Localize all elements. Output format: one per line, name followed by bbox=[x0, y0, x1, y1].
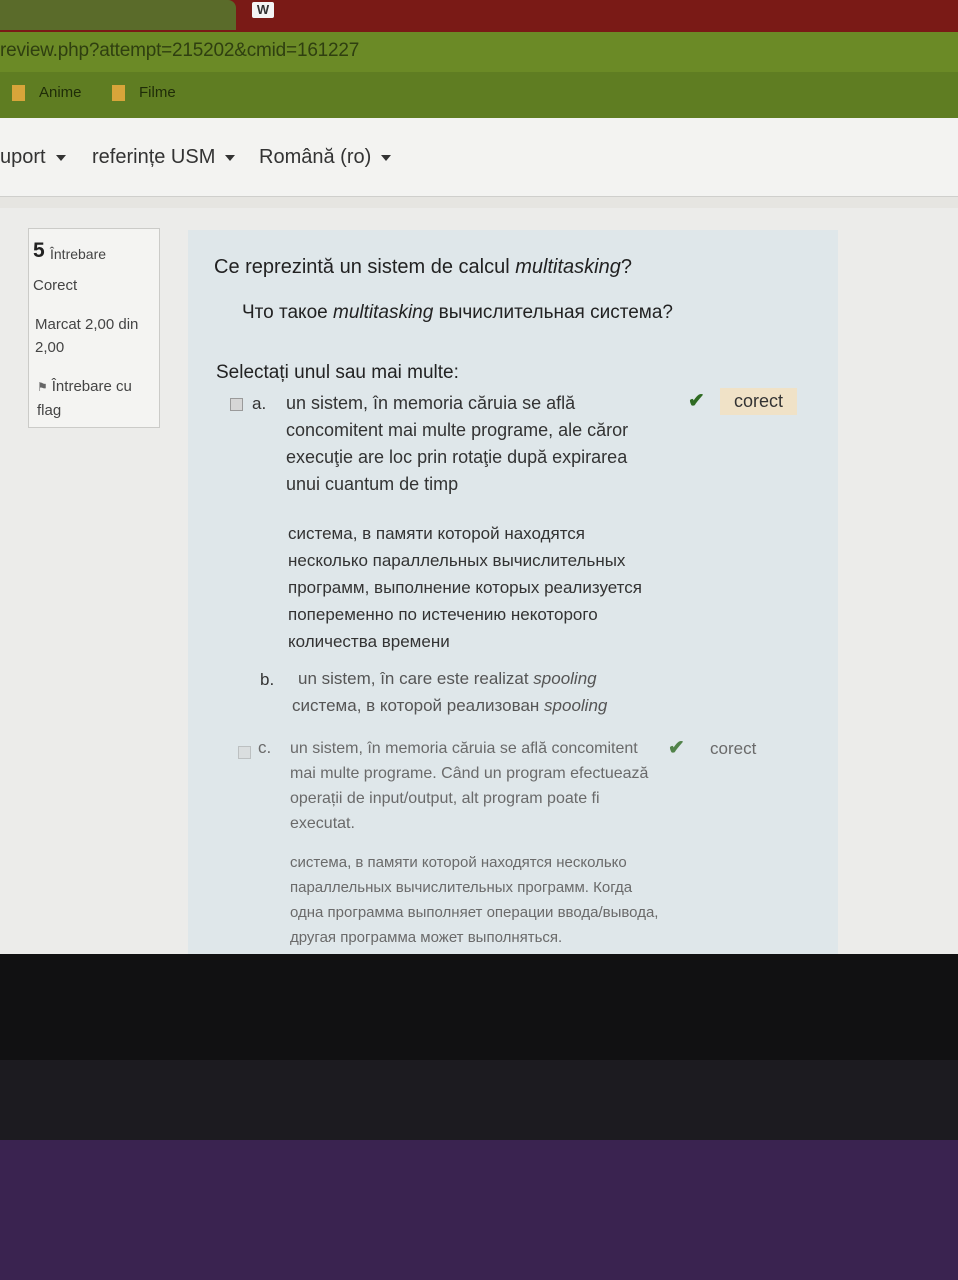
folder-icon bbox=[12, 85, 25, 102]
question-text-ru: Что такое multitasking вычислительная си… bbox=[242, 302, 673, 323]
flag-question-link[interactable]: ⚑ Întrebare cu flag bbox=[37, 375, 155, 422]
laptop-hinge bbox=[0, 1060, 958, 1140]
question-text-ro: Ce reprezintă un sistem de calcul multit… bbox=[214, 256, 632, 278]
caret-down-icon bbox=[55, 154, 66, 161]
folder-icon bbox=[112, 85, 125, 102]
checkmark-icon: ✔ bbox=[688, 390, 705, 412]
option-c-checkbox[interactable] bbox=[238, 746, 251, 759]
option-c-text-ru: система, в памяти которой находятся неск… bbox=[290, 854, 659, 946]
caret-down-icon bbox=[225, 154, 236, 161]
browser-tab-active[interactable] bbox=[0, 0, 236, 30]
keyboard-area bbox=[0, 1140, 958, 1280]
option-c-text-ro: un sistem, în memoria căruia se află con… bbox=[290, 740, 649, 832]
nav-support[interactable]: uport bbox=[0, 146, 66, 169]
checkmark-icon: ✔ bbox=[668, 737, 685, 759]
option-a-text-ro: un sistem, în memoria căruia se află con… bbox=[286, 393, 629, 494]
option-b-text-ro: un sistem, în care este realizat spoolin… bbox=[298, 669, 597, 688]
caret-down-icon bbox=[381, 154, 392, 161]
moodle-page: uport referințe USM Română (ro) 5 Întreb… bbox=[0, 118, 958, 964]
nav-references[interactable]: referințe USM bbox=[92, 146, 236, 169]
question-number: 5 bbox=[33, 239, 45, 262]
question-state: Corect bbox=[33, 277, 78, 294]
feedback-correct: corect bbox=[710, 739, 757, 758]
language-menu[interactable]: Română (ro) bbox=[259, 146, 392, 169]
question-label: Întrebare bbox=[50, 246, 107, 262]
question-box: Ce reprezintă un sistem de calcul multit… bbox=[188, 230, 838, 964]
answer-prompt: Selectați unul sau mai multe: bbox=[216, 362, 459, 383]
feedback-correct: corect bbox=[720, 388, 798, 415]
bookmark-filme[interactable]: Filme bbox=[112, 84, 176, 102]
address-bar[interactable]: review.php?attempt=215202&cmid=161227 bbox=[0, 32, 958, 72]
bookmarks-bar: Anime Filme bbox=[0, 72, 958, 118]
option-b-text-ru: система, в которой реализован spooling bbox=[292, 696, 608, 715]
option-c-letter: c. bbox=[258, 738, 272, 757]
option-b-letter: b. bbox=[260, 670, 275, 689]
flag-icon: ⚑ bbox=[37, 380, 48, 394]
browser-tab[interactable] bbox=[242, 0, 542, 28]
top-navbar: uport referințe USM Română (ro) bbox=[0, 118, 958, 197]
question-info: 5 Întrebare Corect Marcat 2,00 din 2,00 … bbox=[28, 228, 160, 428]
url-text: review.php?attempt=215202&cmid=161227 bbox=[0, 40, 360, 61]
bookmark-anime[interactable]: Anime bbox=[12, 84, 82, 102]
question-grade: Marcat 2,00 din 2,00 bbox=[35, 316, 139, 356]
browser-tab-bar: W bbox=[0, 0, 958, 32]
option-a-letter: a. bbox=[252, 394, 267, 413]
option-a-text-ru: система, в памяти которой находятся неск… bbox=[288, 524, 642, 651]
option-a-checkbox[interactable] bbox=[230, 398, 243, 411]
main-content: 5 Întrebare Corect Marcat 2,00 din 2,00 … bbox=[0, 208, 958, 964]
